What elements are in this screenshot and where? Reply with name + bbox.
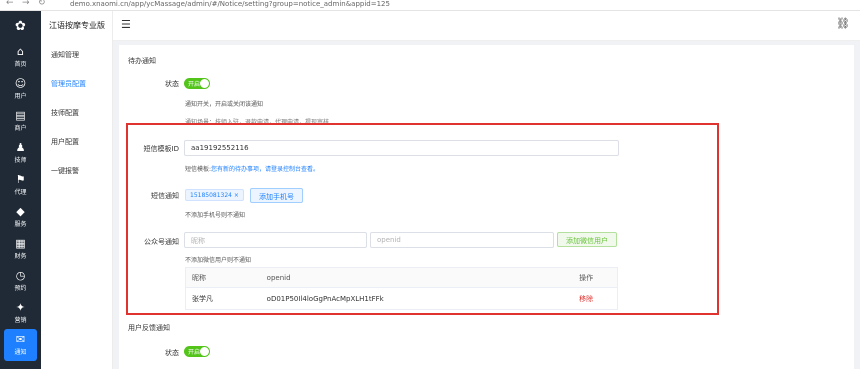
rail-item-2[interactable]: ▤ 商户: [0, 105, 41, 137]
sms-template-hint-link[interactable]: 您有新的待办事项，请登录控制台查看。: [211, 166, 319, 173]
pending-section-title: 待办通知: [128, 57, 156, 65]
pending-status-switch[interactable]: 开启: [184, 78, 210, 89]
rail-item-icon: ▤: [15, 109, 26, 122]
row-openid: oD01P50Il4loGgPnAcMpXLH1tFFk: [266, 294, 384, 303]
rail-item-icon: ✦: [15, 301, 26, 314]
submenu-item-3[interactable]: 用户配置: [41, 128, 112, 157]
brand-name: 江语按摩专业版: [49, 21, 105, 30]
row-nickname: 张学凡: [192, 294, 213, 303]
switch-knob: [200, 347, 209, 356]
rail-item-1[interactable]: ☺ 用户: [0, 73, 41, 105]
sms-template-input[interactable]: aa19192552116: [184, 140, 619, 156]
add-wechat-user-button[interactable]: 添加微信用户: [557, 232, 617, 247]
rail-item-label: 技师: [14, 157, 27, 164]
openid-input[interactable]: openid: [370, 232, 554, 248]
rail-item-icon: ◆: [16, 205, 25, 218]
sub-nav-menu: 江语按摩专业版 通知管理 管理员配置 技师配置 用户配置 一键报警: [41, 11, 113, 369]
table-header-row: 昵称 openid 操作: [186, 268, 617, 288]
sms-notify-hint: 不添加手机号则不通知: [185, 212, 246, 219]
rail-item-6[interactable]: ▦ 财务: [0, 233, 41, 265]
rail-item-label: 用户: [14, 93, 27, 100]
rail-item-label: 首页: [14, 61, 27, 68]
reload-icon[interactable]: ↻: [38, 0, 46, 8]
nickname-input[interactable]: 昵称: [184, 232, 367, 248]
rail-item-label: 通知: [14, 349, 27, 356]
rail-item-icon: ♟: [15, 141, 26, 154]
rail-item-label: 财务: [14, 253, 27, 260]
rail-item-8[interactable]: ✦ 营销: [0, 297, 41, 329]
rail-item-3[interactable]: ♟ 技师: [0, 137, 41, 169]
wechat-notify-hint: 不添加微信用户则不通知: [185, 257, 252, 264]
header-nickname: 昵称: [192, 273, 206, 282]
url-text[interactable]: demo.xnaomi.cn/app/ycMassage/admin/#/Not…: [70, 0, 390, 8]
wechat-notify-label: 公众号通知: [144, 238, 179, 246]
rail-item-5[interactable]: ◆ 服务: [0, 201, 41, 233]
tag-close-icon[interactable]: ×: [234, 192, 239, 199]
rail-item-label: 代理: [14, 189, 27, 196]
feedback-status-switch[interactable]: 开启: [184, 346, 210, 357]
remove-button[interactable]: 移除: [575, 294, 617, 304]
rail-item-4[interactable]: ⚑ 代理: [0, 169, 41, 201]
rail-item-icon: ✉: [15, 333, 26, 346]
header-action: 操作: [579, 273, 594, 282]
feedback-status-label: 状态: [165, 349, 179, 357]
browser-address-bar: ← → ↻ demo.xnaomi.cn/app/ycMassage/admin…: [0, 0, 860, 11]
add-phone-button[interactable]: 添加手机号: [250, 188, 303, 203]
pending-hint-toggle: 通知开关，开启或关闭该通知: [185, 101, 264, 108]
pending-status-label: 状态: [165, 80, 179, 88]
rail-item-7[interactable]: ◷ 预约: [0, 265, 41, 297]
rail-item-icon: ⚑: [15, 173, 26, 186]
rail-item-icon: ◷: [15, 269, 26, 282]
sms-notify-label: 短信通知: [151, 192, 179, 200]
rail-item-icon: ⌂: [17, 45, 24, 58]
submenu-item-2[interactable]: 技师配置: [41, 99, 112, 128]
submenu-item-4[interactable]: 一键报警: [41, 157, 112, 186]
forward-arrow-icon[interactable]: →: [22, 0, 30, 8]
link-icon[interactable]: ⛓: [836, 17, 850, 30]
phone-tag: 15185081324 ×: [185, 189, 244, 201]
sms-template-hint: 短信模板:您有新的待办事项，请登录控制台查看。: [185, 164, 319, 173]
feedback-section-title: 用户反馈通知: [128, 324, 170, 332]
rail-item-0[interactable]: ⌂ 首页: [0, 41, 41, 73]
switch-text: 开启: [188, 349, 201, 356]
switch-knob: [200, 79, 209, 88]
back-arrow-icon[interactable]: ←: [6, 0, 14, 8]
phone-number: 15185081324: [190, 192, 232, 199]
main-nav-rail: ✿ ⌂ 首页 ☺ 用户 ▤ 商户 ♟ 技师 ⚑ 代理 ◆ 服务 ▦ 财务 ◷ 预约 ✦ 营销 ✉ 通知: [0, 11, 41, 369]
wechat-user-table: 昵称 openid 操作 张学凡 oD01P50Il4loGgPnAcMpXLH…: [185, 267, 618, 310]
rail-item-9[interactable]: ✉ 通知: [4, 329, 37, 361]
rail-item-label: 商户: [14, 125, 27, 132]
submenu-item-0[interactable]: 通知管理: [41, 41, 112, 70]
rail-item-icon: ☺: [14, 77, 27, 90]
rail-item-label: 服务: [14, 221, 27, 228]
submenu-item-1[interactable]: 管理员配置: [41, 70, 112, 99]
rail-item-icon: ▦: [15, 237, 26, 250]
table-row: 张学凡 oD01P50Il4loGgPnAcMpXLH1tFFk 移除: [186, 288, 617, 309]
top-toolbar: ☰ ⛓: [113, 11, 860, 41]
app-logo-icon: ✿: [15, 18, 26, 34]
rail-item-label: 预约: [14, 285, 27, 292]
header-openid: openid: [266, 273, 291, 282]
switch-text: 开启: [188, 81, 201, 88]
sms-template-label: 短信模板ID: [143, 145, 179, 153]
sms-template-hint-prefix: 短信模板:: [185, 166, 212, 173]
menu-toggle-icon[interactable]: ☰: [121, 18, 131, 31]
rail-item-label: 营销: [14, 317, 27, 324]
